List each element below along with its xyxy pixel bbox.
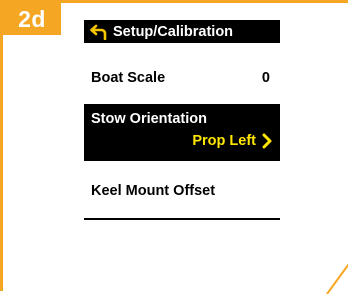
back-arrow-icon[interactable] <box>90 24 108 40</box>
menu-title: Setup/Calibration <box>113 23 234 40</box>
step-badge: 2d <box>3 3 61 35</box>
keel-mount-offset-label: Keel Mount Offset <box>91 183 216 199</box>
divider <box>84 218 280 220</box>
step-frame: 2d Setup/Calibration Boat Scale 0 Stow O… <box>0 0 348 294</box>
stow-orientation-label: Stow Orientation <box>91 111 207 127</box>
stow-orientation-value-line: Prop Left <box>91 133 273 149</box>
corner-cut-line <box>326 263 348 294</box>
chevron-right-icon <box>261 133 273 149</box>
boat-scale-label: Boat Scale <box>91 70 166 86</box>
stow-orientation-value: Prop Left <box>192 133 256 149</box>
menu-header[interactable]: Setup/Calibration <box>84 20 280 43</box>
device-screen: Setup/Calibration Boat Scale 0 Stow Orie… <box>84 20 280 220</box>
menu-item-stow-orientation[interactable]: Stow Orientation Prop Left <box>84 104 280 161</box>
menu-item-keel-mount-offset[interactable]: Keel Mount Offset <box>84 181 280 201</box>
boat-scale-value: 0 <box>261 70 270 86</box>
menu-item-boat-scale[interactable]: Boat Scale 0 <box>84 68 280 88</box>
